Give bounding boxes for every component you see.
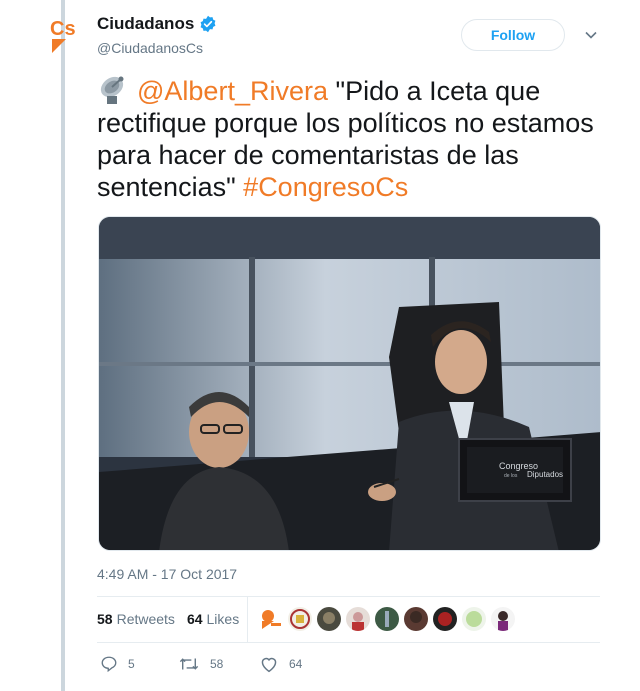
nameplate-line2: de los: [504, 473, 518, 479]
author-name-row[interactable]: Ciudadanos: [97, 14, 217, 34]
retweets-count: 58: [97, 611, 113, 627]
verified-badge-icon: [200, 15, 216, 33]
liker-avatar[interactable]: [346, 607, 370, 631]
mention-link[interactable]: @Albert_Rivera: [137, 76, 328, 106]
divider: [97, 596, 600, 597]
liker-avatar[interactable]: [462, 607, 486, 631]
retweet-count: 58: [210, 657, 224, 671]
chevron-down-icon[interactable]: [584, 28, 598, 42]
avatar[interactable]: Cs: [50, 15, 82, 55]
liker-avatar[interactable]: [317, 607, 341, 631]
tweet-text: @Albert_Rivera "Pido a Iceta que rectifi…: [97, 74, 607, 203]
likes-stat[interactable]: 64 Likes: [187, 611, 239, 627]
liker-avatar[interactable]: [433, 607, 457, 631]
satellite-antenna-icon: [100, 76, 124, 104]
likes-count: 64: [186, 611, 203, 627]
retweet-icon: [179, 658, 199, 670]
photo-illustration: Congreso de los Diputados: [99, 217, 600, 550]
timestamp[interactable]: 4:49 AM - 17 Oct 2017: [97, 566, 237, 582]
hashtag-link[interactable]: #CongresoCs: [243, 172, 408, 202]
retweets-stat[interactable]: 58 Retweets: [97, 611, 175, 627]
thread-line: [61, 0, 65, 691]
heart-icon: [261, 657, 277, 673]
reply-icon: [101, 656, 117, 673]
liker-avatar[interactable]: [375, 607, 399, 631]
retweet-action[interactable]: 58: [178, 655, 223, 673]
tweet-photo[interactable]: Congreso de los Diputados: [98, 216, 601, 551]
like-action[interactable]: 64: [259, 655, 302, 673]
display-name[interactable]: Ciudadanos: [97, 14, 194, 34]
like-count: 64: [289, 657, 303, 671]
reply-count: 5: [128, 657, 135, 671]
nameplate-line3: Diputados: [527, 470, 563, 479]
likes-label: Likes: [206, 611, 240, 627]
engagement-stats: 58 Retweets 64 Likes: [97, 611, 239, 627]
follow-button[interactable]: Follow: [461, 19, 565, 51]
handle[interactable]: @CiudadanosCs: [97, 40, 203, 56]
stats-separator: [247, 597, 248, 642]
divider: [97, 642, 600, 643]
reply-action[interactable]: 5: [100, 655, 135, 673]
liker-avatar[interactable]: [404, 607, 428, 631]
liker-avatar[interactable]: [491, 607, 515, 631]
logo-text: Cs: [50, 18, 76, 40]
retweets-label: Retweets: [116, 611, 175, 627]
liker-avatar[interactable]: [259, 607, 283, 631]
liker-avatar[interactable]: [288, 607, 312, 631]
